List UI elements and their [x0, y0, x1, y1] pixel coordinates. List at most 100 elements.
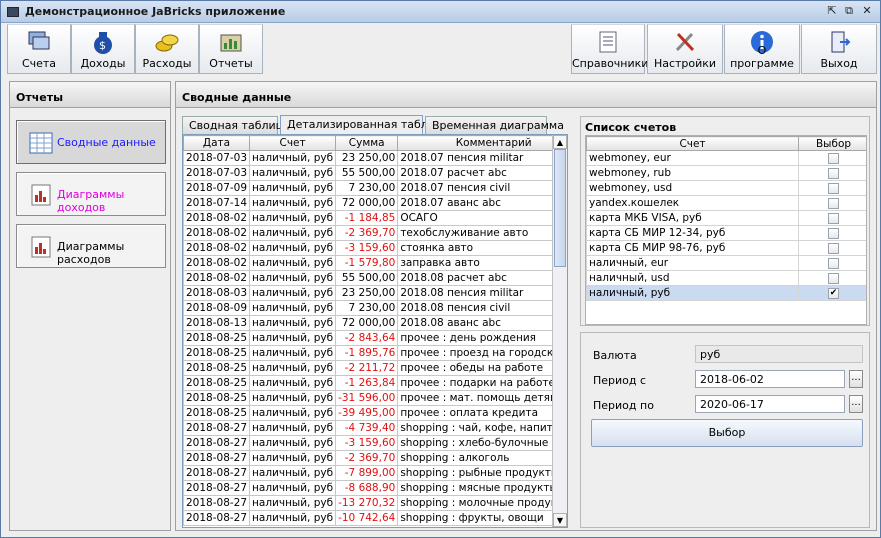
table-cell: 2018-08-25	[183, 405, 251, 421]
table-cell: наличный, руб	[249, 255, 337, 271]
table-row[interactable]: 2018-08-27 наличный, руб -4 739,40 shopping…	[183, 420, 567, 436]
accounts-button[interactable]: Счета	[7, 24, 71, 74]
scroll-up-icon[interactable]: ▲	[553, 135, 567, 149]
table-cell: 72 000,00	[335, 315, 399, 331]
table-cell: прочее : мат. помощь детям	[397, 390, 567, 406]
column-header[interactable]: Счет	[249, 135, 337, 151]
account-row[interactable]: наличный, usd	[586, 270, 866, 286]
table-row[interactable]: 2018-08-25 наличный, руб -1 895,76 прочее :…	[183, 345, 567, 361]
period-from-input[interactable]: 2018-06-02	[695, 370, 845, 388]
period-to-picker-button[interactable]: ...	[849, 395, 863, 413]
table-cell: -3 159,60	[335, 435, 399, 451]
tab-detailed-table[interactable]: Детализированная таблица	[280, 115, 449, 134]
account-select-cell: ✔	[798, 285, 866, 301]
expenses-button[interactable]: Расходы	[135, 24, 199, 74]
table-row[interactable]: 2018-08-27 наличный, руб -3 159,60 shopping…	[183, 435, 567, 451]
table-row[interactable]: 2018-08-25 наличный, руб -2 211,72 прочее :…	[183, 360, 567, 376]
table-cell: -13 270,32	[335, 495, 399, 511]
column-header[interactable]: Сумма	[335, 135, 399, 151]
account-checkbox[interactable]	[828, 212, 839, 224]
nav-label: Сводные данные	[57, 136, 156, 149]
table-row[interactable]: 2018-08-02 наличный, руб -3 159,60 стоянка …	[183, 240, 567, 256]
tab-time-chart[interactable]: Временная диаграмма	[425, 116, 564, 134]
table-row[interactable]: 2018-08-09 наличный, руб 7 230,00 2018.08 п…	[183, 300, 567, 316]
account-row[interactable]: наличный, руб ✔	[586, 285, 866, 301]
income-button[interactable]: $ Доходы	[71, 24, 135, 74]
table-row[interactable]: 2018-08-03 наличный, руб 23 250,00 2018.08 …	[183, 285, 567, 301]
exit-button[interactable]: Выход	[801, 24, 877, 74]
close-icon[interactable]: ✕	[860, 5, 874, 19]
table-row[interactable]: 2018-08-27 наличный, руб -2 369,70 shopping…	[183, 450, 567, 466]
directory-icon	[595, 29, 621, 55]
account-checkbox[interactable]	[828, 272, 839, 284]
table-row[interactable]: 2018-07-09 наличный, руб 7 230,00 2018.07 п…	[183, 180, 567, 196]
column-header[interactable]: Комментарий	[397, 135, 567, 151]
detailed-table: Дата Счет Сумма Комментарий 2018-07-03 налич…	[182, 134, 568, 528]
restore-icon[interactable]: ⇱	[825, 5, 839, 19]
scroll-thumb[interactable]	[554, 149, 566, 267]
account-row[interactable]: webmoney, rub	[586, 165, 866, 181]
table-cell: shopping : алкоголь	[397, 450, 567, 466]
select-button[interactable]: Выбор	[591, 419, 863, 447]
table-row[interactable]: 2018-08-25 наличный, руб -1 263,84 прочее :…	[183, 375, 567, 391]
account-checkbox[interactable]	[828, 242, 839, 254]
table-row[interactable]: 2018-08-27 наличный, руб -8 688,90 shopping…	[183, 480, 567, 496]
table-row[interactable]: 2018-08-27 наличный, руб -7 899,00 shopping…	[183, 465, 567, 481]
table-cell: 2018-07-14	[183, 195, 251, 211]
table-row[interactable]: 2018-08-25 наличный, руб -2 843,64 прочее :…	[183, 330, 567, 346]
column-header[interactable]: Счет	[586, 136, 799, 151]
account-checkbox[interactable]	[828, 152, 839, 164]
account-row[interactable]: карта МКБ VISA, руб	[586, 210, 866, 226]
table-cell: 2018-07-03	[183, 150, 251, 166]
table-cell: наличный, руб	[249, 435, 337, 451]
toolbar-label: О программе	[730, 44, 794, 70]
maximize-icon[interactable]: ⧉	[842, 5, 856, 19]
account-row[interactable]: yandex.кошелек	[586, 195, 866, 211]
table-cell: 55 500,00	[335, 165, 399, 181]
account-checkbox[interactable]: ✔	[828, 287, 839, 299]
account-checkbox[interactable]	[828, 197, 839, 209]
table-row[interactable]: 2018-08-27 наличный, руб -10 742,64 shoppin…	[183, 510, 567, 526]
toolbar-label: Настройки	[653, 57, 717, 70]
table-cell: -8 688,90	[335, 480, 399, 496]
account-row[interactable]: webmoney, eur	[586, 150, 866, 166]
account-checkbox[interactable]	[828, 167, 839, 179]
account-checkbox[interactable]	[828, 257, 839, 269]
table-row[interactable]: 2018-07-14 наличный, руб 72 000,00 2018.07 …	[183, 195, 567, 211]
title-bar[interactable]: Демонстрационное JaBricks приложение ⇱ ⧉…	[1, 1, 880, 23]
reports-button[interactable]: Отчеты	[199, 24, 263, 74]
table-cell: -2 369,70	[335, 225, 399, 241]
account-row[interactable]: наличный, eur	[586, 255, 866, 271]
account-checkbox[interactable]	[828, 227, 839, 239]
column-header[interactable]: Выбор	[798, 136, 866, 151]
nav-income-charts-button[interactable]: Диаграммы доходов	[16, 172, 166, 216]
period-to-input[interactable]: 2020-06-17	[695, 395, 845, 413]
about-button[interactable]: О программе	[724, 24, 800, 74]
table-row[interactable]: 2018-08-02 наличный, руб 55 500,00 2018.08 …	[183, 270, 567, 286]
table-row[interactable]: 2018-07-03 наличный, руб 23 250,00 2018.07 …	[183, 150, 567, 166]
nav-summary-button[interactable]: Сводные данные	[16, 120, 166, 164]
table-row[interactable]: 2018-08-02 наличный, руб -1 184,85 ОСАГО	[183, 210, 567, 226]
nav-expense-charts-button[interactable]: Диаграммы расходов	[16, 224, 166, 268]
table-row[interactable]: 2018-08-25 наличный, руб -39 495,00 прочее …	[183, 405, 567, 421]
account-select-cell	[798, 180, 866, 196]
account-row[interactable]: webmoney, usd	[586, 180, 866, 196]
table-scrollbar[interactable]: ▲ ▼	[552, 135, 567, 527]
account-row[interactable]: карта СБ МИР 12-34, руб	[586, 225, 866, 241]
table-row[interactable]: 2018-08-13 наличный, руб 72 000,00 2018.08 …	[183, 315, 567, 331]
scroll-down-icon[interactable]: ▼	[553, 513, 567, 527]
tab-summary-table[interactable]: Сводная таблица	[182, 116, 290, 134]
period-from-picker-button[interactable]: ...	[849, 370, 863, 388]
settings-button[interactable]: Настройки	[647, 24, 723, 74]
account-row[interactable]: карта СБ МИР 98-76, руб	[586, 240, 866, 256]
table-row[interactable]: 2018-08-02 наличный, руб -2 369,70 техобслу…	[183, 225, 567, 241]
table-row[interactable]: 2018-07-03 наличный, руб 55 500,00 2018.07 …	[183, 165, 567, 181]
table-row[interactable]: 2018-08-27 наличный, руб -13 270,32 shoppin…	[183, 495, 567, 511]
table-row[interactable]: 2018-08-25 наличный, руб -31 596,00 прочее …	[183, 390, 567, 406]
account-checkbox[interactable]	[828, 182, 839, 194]
column-header[interactable]: Дата	[183, 135, 251, 151]
directories-button[interactable]: Справочники	[571, 24, 648, 74]
table-cell: 23 250,00	[335, 150, 399, 166]
table-cell: 23 250,00	[335, 285, 399, 301]
table-row[interactable]: 2018-08-02 наличный, руб -1 579,80 заправка…	[183, 255, 567, 271]
